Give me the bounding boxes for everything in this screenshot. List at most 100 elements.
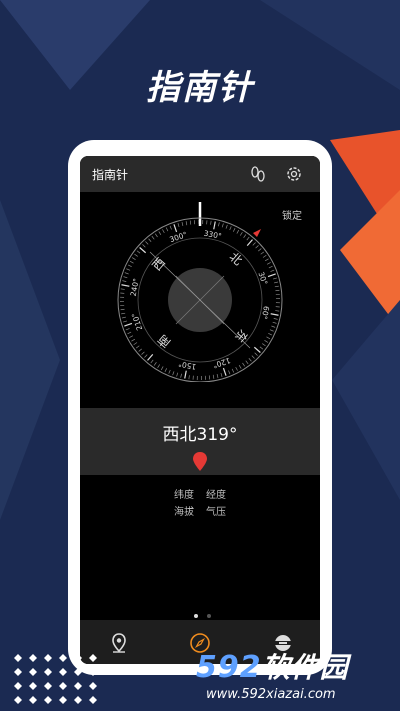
compass-tick: [142, 244, 146, 248]
compass-tick: [126, 268, 131, 271]
compass-tick: [121, 284, 130, 287]
diamond-shape: [74, 668, 82, 676]
diamond-shape: [89, 654, 97, 662]
compass-tick: [151, 235, 155, 240]
compass-tick: [172, 371, 175, 376]
diamond-shape: [59, 696, 67, 704]
compass-tick: [242, 362, 246, 367]
compass-tick: [188, 375, 190, 380]
footprint-icon[interactable]: [248, 164, 268, 184]
compass-tick: [248, 357, 252, 362]
compass-tick: [253, 346, 261, 353]
compass-dial: 330°300°240°210°150° 120°60°30°北东南西: [117, 202, 283, 382]
compass-tick: [238, 364, 242, 369]
promo-title: 指南针: [146, 68, 254, 108]
diamond-shape: [14, 654, 22, 662]
cardinal-east: 东: [232, 327, 250, 345]
compass-tick: [225, 224, 228, 229]
compass-tick: [246, 239, 253, 247]
diamond-shape: [44, 696, 52, 704]
heading-reading: 西北319°: [162, 425, 238, 445]
page-dot-2[interactable]: [207, 614, 212, 618]
compass-tick: [272, 321, 277, 324]
watermark-url: www.592xiazai.com: [206, 687, 336, 702]
compass-tick: [235, 366, 238, 371]
watermark-brand: 592软件园: [196, 646, 349, 686]
cardinal-north: 北: [227, 250, 245, 268]
compass-tick: [243, 234, 247, 238]
compass-tick: [212, 374, 215, 379]
compass-tick: [270, 313, 279, 316]
compass-tick: [257, 248, 262, 252]
compass-tick: [164, 368, 167, 373]
compass-tick: [123, 320, 128, 323]
compass-tick: [131, 257, 136, 261]
compass-tick: [133, 342, 138, 346]
compass-tick: [131, 338, 136, 342]
compass-tick: [233, 227, 236, 232]
altitude-label: 海拔: [174, 507, 194, 518]
compass-tick: [218, 222, 220, 227]
pressure-label: 气压: [206, 507, 226, 518]
location-pin-icon: [193, 452, 207, 471]
compass-tick: [245, 360, 249, 365]
compass-tick: [122, 280, 127, 282]
app-bar: 指南针: [80, 156, 320, 192]
compass-tick: [254, 352, 258, 356]
diamond-shape: [29, 696, 37, 704]
compass-tick: [180, 373, 182, 378]
compass-tick: [222, 367, 227, 376]
compass-tick: [231, 368, 235, 373]
ring-label: 330°: [203, 229, 223, 241]
nav-location-icon[interactable]: [108, 632, 130, 654]
compass-tick: [148, 238, 152, 243]
diamond-shape: [14, 696, 22, 704]
page-dot-1[interactable]: [194, 614, 198, 618]
compass-tick: [124, 272, 129, 275]
diamond-shape: [44, 654, 52, 662]
compass-tick: [266, 336, 271, 340]
compass-tick: [229, 226, 232, 231]
compass-tick: [129, 260, 134, 264]
compass-tick: [184, 370, 187, 379]
compass-tick: [139, 247, 147, 254]
compass-tick: [252, 242, 256, 246]
compass-tick: [262, 343, 266, 347]
watermark-brand-number: 592: [196, 650, 262, 685]
compass-tick: [177, 223, 180, 228]
diamond-shape: [59, 682, 67, 690]
compass-tick: [260, 251, 265, 255]
compass-tick: [220, 372, 223, 377]
compass-tick: [127, 264, 132, 267]
diamond-shape: [74, 682, 82, 690]
compass-tick: [173, 224, 178, 233]
compass-tick: [272, 277, 277, 280]
compass-tick: [160, 366, 164, 371]
compass-tick: [135, 345, 140, 349]
compass-tick: [158, 231, 162, 236]
compass-tick: [275, 310, 280, 312]
compass-tick: [236, 229, 240, 234]
diamond-shape: [44, 682, 52, 690]
latitude-label: 纬度: [174, 490, 194, 501]
compass-tick: [120, 288, 125, 290]
compass-tick: [266, 262, 271, 265]
compass-tick: [273, 281, 279, 284]
compass-tick: [176, 372, 179, 377]
compass-tick: [251, 355, 255, 359]
compass-tick: [213, 221, 216, 230]
compass-tick: [169, 225, 172, 230]
compass-tick: [147, 353, 154, 361]
compass-tick: [134, 253, 138, 257]
compass-tick: [271, 325, 276, 328]
compass-tick: [154, 233, 158, 238]
compass-tick: [127, 331, 132, 335]
diamond-shape: [29, 654, 37, 662]
compass-tick: [228, 370, 231, 375]
diamond-shape: [14, 668, 22, 676]
compass-tick: [221, 223, 224, 228]
compass-tick: [246, 236, 250, 241]
compass-tick: [141, 351, 145, 355]
gear-icon[interactable]: [284, 164, 304, 184]
app-screen: 指南针 锁定 330° 300° 240° 210° 150° 120° 60° 30° 北东南…: [80, 156, 320, 664]
